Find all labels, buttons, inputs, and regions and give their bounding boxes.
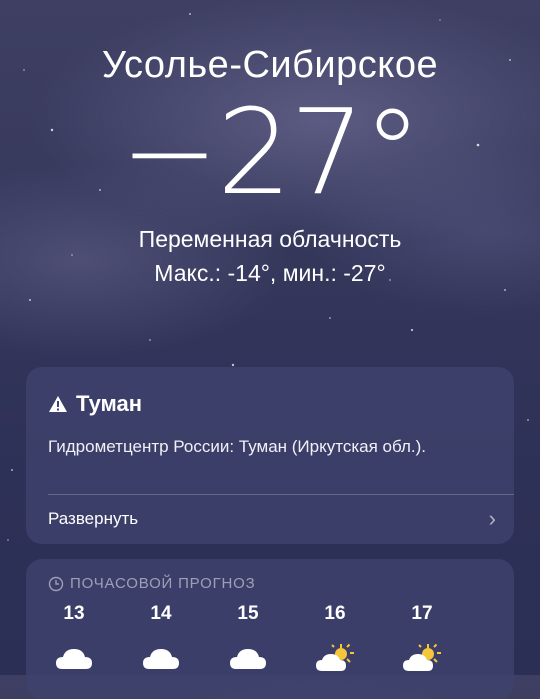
hourly-forecast-title: ПОЧАСОВОЙ ПРОГНОЗ: [70, 575, 256, 592]
hourly-forecast-header: ПОЧАСОВОЙ ПРОГНОЗ: [48, 575, 256, 592]
hour-label: 15: [237, 603, 259, 624]
cloud-icon: [230, 649, 266, 669]
alert-description: Гидрометцентр России: Туман (Иркутская о…: [48, 437, 426, 456]
hour-label: 17: [411, 603, 433, 624]
hour-item: 16: [305, 603, 365, 673]
high-low-temperature: Макс.: -14°, мин.: -27°: [154, 260, 386, 286]
weather-condition: Переменная облачность: [138, 226, 402, 252]
weather-alert-card[interactable]: Туман Гидрометцентр России: Туман (Иркут…: [26, 367, 514, 544]
hour-item: 15: [218, 603, 278, 673]
hour-label: 14: [150, 603, 172, 624]
partly-sunny-icon: [316, 643, 354, 671]
hourly-forecast-card[interactable]: ПОЧАСОВОЙ ПРОГНОЗ 13 14 15 16 17: [26, 559, 514, 699]
cloud-icon: [56, 649, 92, 669]
current-temperature: −27°: [119, 83, 422, 221]
city-name: Усолье-Сибирское: [101, 44, 439, 86]
expand-alert-button[interactable]: Развернуть ›: [48, 494, 496, 544]
clock-icon: [48, 576, 64, 591]
expand-label: Развернуть: [48, 509, 139, 528]
partly-sunny-icon: [403, 643, 441, 671]
chevron-right-icon: ›: [488, 506, 496, 531]
hour-label: 16: [324, 603, 346, 624]
hour-item: 14: [131, 603, 191, 673]
hour-item: 17: [392, 603, 452, 673]
hour-label: 13: [63, 603, 85, 624]
warning-icon: [49, 396, 67, 412]
cloud-icon: [143, 649, 179, 669]
alert-title: Туман: [76, 391, 143, 416]
hour-item: 13: [44, 603, 104, 673]
alert-title-row: Туман: [48, 391, 142, 417]
